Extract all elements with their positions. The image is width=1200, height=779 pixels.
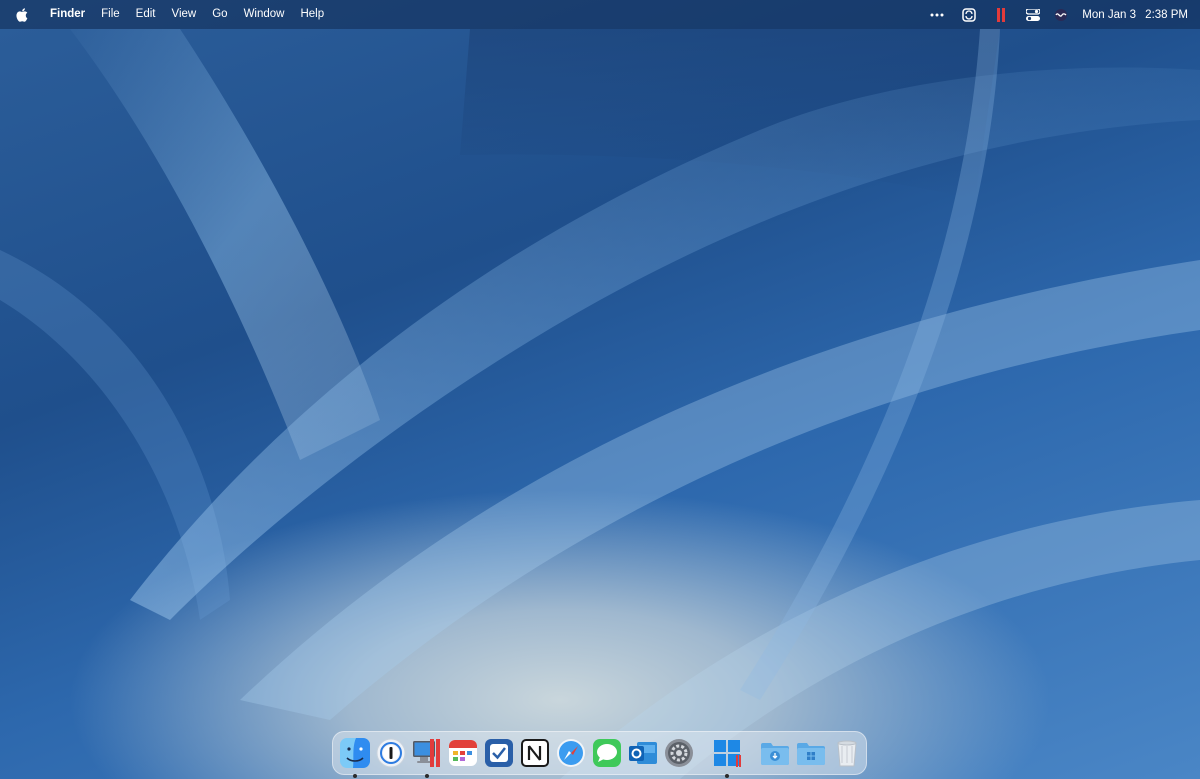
menu-bar-left: Finder File Edit View Go Window Help [0,0,332,29]
running-indicator [353,774,357,778]
wallpaper [0,29,1200,779]
notion-icon [521,739,549,767]
menu-window[interactable]: Window [236,0,293,29]
dock-folder-windows-applications[interactable] [795,737,827,769]
dock-app-finder[interactable] [339,737,371,778]
dock-app-parallels-desktop[interactable] [411,737,443,778]
dock-app-safari[interactable] [555,737,587,769]
menu-view[interactable]: View [164,0,205,29]
dock-app-outlook[interactable] [627,737,659,769]
dock-app-windows-11[interactable] [711,737,743,778]
1password-icon [376,738,406,768]
dock-folder-downloads[interactable] [759,737,791,769]
parallels-desktop-icon [413,739,440,767]
messages-icon [593,739,621,767]
desktop[interactable]: Finder File Edit View Go Window Help Mon… [0,0,1200,779]
calendar-icon [449,740,477,766]
outlook-icon [629,742,657,764]
menu-bar: Finder File Edit View Go Window Help Mon… [0,0,1200,29]
more-dots-icon[interactable] [928,6,946,24]
menu-app-finder[interactable]: Finder [42,0,93,29]
dock-app-system-preferences[interactable] [663,737,695,769]
sync-icon[interactable] [960,6,978,24]
dock-app-1password[interactable] [375,737,407,769]
tasks-checkbox-icon [485,739,513,767]
running-indicator [725,774,729,778]
finder-icon [340,738,370,768]
running-indicator [425,774,429,778]
dock-app-notion[interactable] [519,737,551,769]
downloads-folder-icon [761,743,789,765]
trash-icon [837,740,857,767]
control-center-icon[interactable] [1024,6,1042,24]
menu-file[interactable]: File [93,0,128,29]
parallels-icon[interactable] [992,6,1010,24]
clock-date: Mon Jan 3 [1082,8,1136,21]
dock-app-omnifocus[interactable] [483,737,515,769]
windows-folder-icon [797,743,825,765]
gear-icon [665,739,693,767]
windows-icon [714,740,741,767]
dock-app-messages[interactable] [591,737,623,769]
apple-logo-icon[interactable] [14,7,30,23]
menu-help[interactable]: Help [292,0,332,29]
clock-time: 2:38 PM [1145,8,1188,21]
dock-trash[interactable] [831,737,863,769]
siri-icon[interactable] [1052,6,1070,24]
menu-edit[interactable]: Edit [128,0,164,29]
dock [332,731,867,778]
safari-compass-icon [557,739,585,767]
menu-bar-clock[interactable]: Mon Jan 3 2:38 PM [1082,9,1188,21]
dock-app-fantastical[interactable] [447,737,479,769]
menu-go[interactable]: Go [204,0,235,29]
menu-bar-right: Mon Jan 3 2:38 PM [924,0,1200,29]
